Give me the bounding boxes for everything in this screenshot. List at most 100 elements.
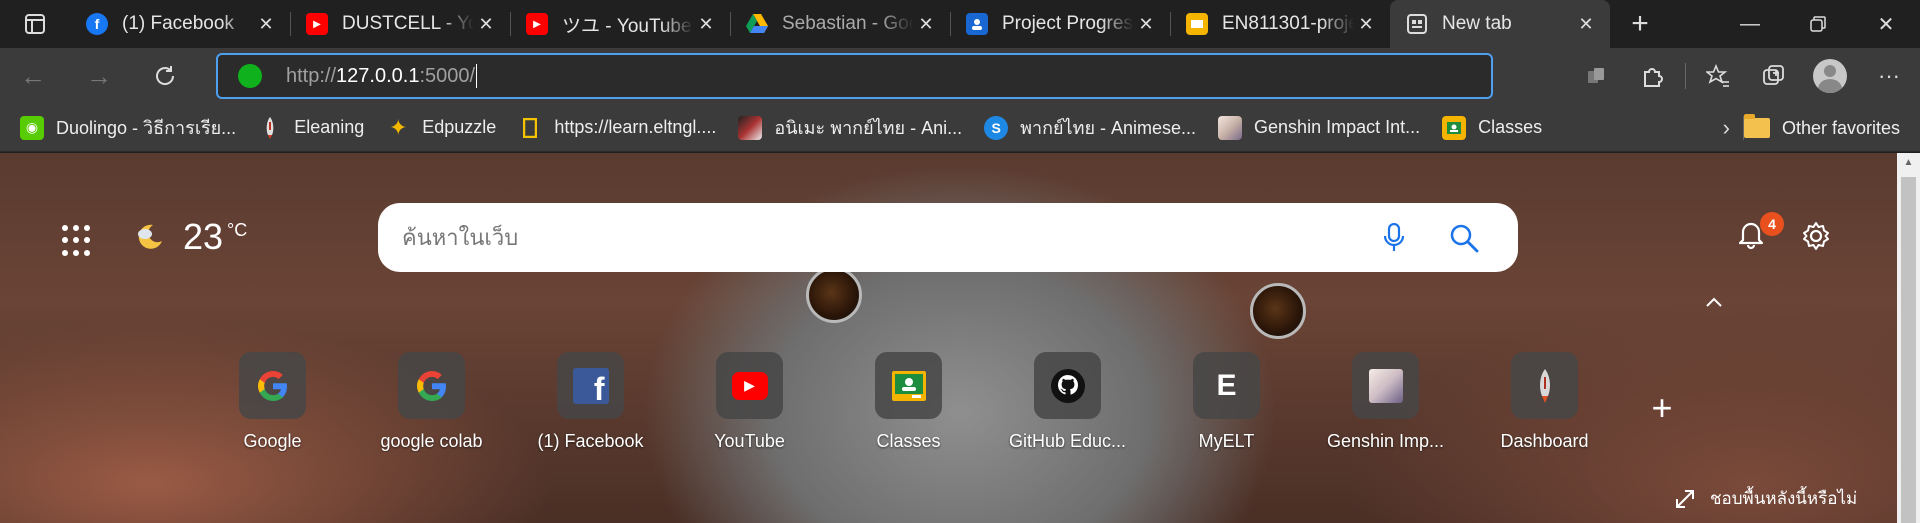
- bookmark-label: Classes: [1478, 117, 1543, 137]
- quick-link-label: google colab: [380, 431, 483, 451]
- other-favorites-folder[interactable]: Other favorites: [1743, 104, 1900, 152]
- search-input[interactable]: ค้นหาในเว็บ: [402, 220, 1374, 255]
- tab-google-drive[interactable]: Sebastian - Google Drive ✕: [730, 0, 950, 48]
- bookmark-label: Duolingo - วิธีการเรีย...: [56, 118, 237, 138]
- quick-link-google-colab[interactable]: google colab: [352, 352, 511, 452]
- animese-icon: S: [984, 115, 1009, 140]
- scrollbar-thumb[interactable]: [1901, 177, 1916, 523]
- extensions-button[interactable]: [1625, 48, 1681, 104]
- new-tab-button[interactable]: +: [1610, 0, 1670, 48]
- close-icon[interactable]: ✕: [694, 14, 718, 35]
- quick-link-label: Genshin Imp...: [1326, 431, 1445, 451]
- url-host: 127.0.0.1: [336, 64, 420, 87]
- expand-icon: [1676, 489, 1694, 508]
- settings-menu-button[interactable]: ···: [1858, 48, 1920, 104]
- tab-project-progress[interactable]: Project Progress ✕: [950, 0, 1170, 48]
- letter-e-icon: E: [1193, 352, 1260, 419]
- youtube-icon: ▶: [526, 13, 548, 35]
- bookmark-eleaning[interactable]: Eleaning: [258, 116, 364, 140]
- dot: [84, 249, 90, 256]
- github-icon: [1034, 352, 1101, 419]
- refresh-button[interactable]: [132, 48, 198, 104]
- quick-link-youtube[interactable]: ▶ YouTube: [670, 352, 829, 452]
- minimize-icon: —: [1740, 12, 1760, 35]
- text-caret: [476, 64, 478, 88]
- dot: [62, 237, 68, 244]
- divider: [1685, 63, 1686, 89]
- genshin-icon: [1218, 115, 1243, 140]
- close-icon[interactable]: ✕: [1134, 14, 1158, 35]
- bookmark-genshin[interactable]: Genshin Impact Int...: [1218, 115, 1421, 140]
- youtube-icon: ▶: [306, 13, 328, 35]
- forward-button[interactable]: →: [66, 48, 132, 104]
- quick-link-label: MyELT: [1198, 431, 1255, 451]
- collections-sidebar-button[interactable]: [1569, 48, 1625, 104]
- bookmark-label: https://learn.eltngl....: [554, 117, 717, 137]
- collections-button[interactable]: [1746, 48, 1802, 104]
- quick-link-classes[interactable]: Classes: [829, 352, 988, 452]
- quick-link-github-education[interactable]: GitHub Educ...: [988, 352, 1147, 452]
- app-launcher-button[interactable]: [62, 225, 94, 257]
- bookmark-duolingo[interactable]: ◉ Duolingo - วิธีการเรีย...: [20, 113, 236, 142]
- tab-dustcell[interactable]: ▶ DUSTCELL - YouTube ✕: [290, 0, 510, 48]
- bookmark-eltngl[interactable]: https://learn.eltngl....: [518, 116, 716, 140]
- background-deer-eye: [1250, 283, 1306, 339]
- close-icon[interactable]: ✕: [914, 14, 938, 35]
- tab-strip: f (1) Facebook ✕ ▶ DUSTCELL - YouTube ✕ …: [0, 0, 1920, 48]
- weather-widget[interactable]: 23 °C: [135, 216, 247, 258]
- plus-icon: +: [1651, 387, 1673, 428]
- anime-icon: [738, 115, 763, 140]
- facebook-icon: f: [557, 352, 624, 419]
- web-search-box[interactable]: ค้นหาในเว็บ: [378, 203, 1518, 272]
- address-bar[interactable]: http://127.0.0.1:5000/: [216, 53, 1493, 99]
- tab-title: EN811301-project: [1222, 13, 1354, 34]
- quick-link-google[interactable]: Google: [193, 352, 352, 452]
- close-icon[interactable]: ✕: [474, 14, 498, 35]
- scroll-up-icon[interactable]: ▲: [1897, 153, 1920, 173]
- google-classroom-icon: [966, 13, 988, 35]
- temperature: 23: [183, 216, 224, 257]
- quick-link-myelt[interactable]: E MyELT: [1147, 352, 1306, 452]
- collapse-button[interactable]: [1703, 292, 1725, 314]
- quick-link-dashboard[interactable]: Dashboard: [1465, 352, 1624, 452]
- tab-title: Project Progress: [1002, 13, 1134, 34]
- tab-tsuyu[interactable]: ▶ ツユ - YouTube ✕: [510, 0, 730, 48]
- bookmark-edpuzzle[interactable]: ✦ Edpuzzle: [386, 115, 496, 140]
- tab-actions-button[interactable]: [0, 0, 70, 48]
- page-settings-button[interactable]: [1800, 220, 1832, 252]
- scrollbar[interactable]: ▲: [1897, 153, 1920, 523]
- bookmark-anime[interactable]: อนิเมะ พากย์ไทย - Ani...: [738, 113, 962, 142]
- microphone-icon[interactable]: [1374, 218, 1414, 258]
- minimize-button[interactable]: —: [1716, 0, 1784, 48]
- close-icon[interactable]: ✕: [254, 14, 278, 35]
- search-icon[interactable]: [1444, 218, 1484, 258]
- bookmark-classes[interactable]: Classes: [1442, 115, 1543, 140]
- close-window-button[interactable]: ✕: [1852, 0, 1920, 48]
- dot: [84, 237, 90, 244]
- chevron-right-icon: ›: [1722, 115, 1730, 140]
- tab-title: Sebastian - Google Drive: [782, 13, 914, 34]
- dot: [73, 225, 79, 231]
- new-tab-page-icon: [1406, 13, 1428, 35]
- tab-facebook[interactable]: f (1) Facebook ✕: [70, 0, 290, 48]
- close-icon[interactable]: ✕: [1354, 14, 1378, 35]
- favorites-button[interactable]: [1690, 48, 1746, 104]
- bookmark-label: พากย์ไทย - Animese...: [1020, 118, 1197, 138]
- more-bookmarks-button[interactable]: ›: [1723, 104, 1730, 152]
- background-feedback[interactable]: ชอบพื้นหลังนี้หรือไม่: [1674, 485, 1857, 512]
- close-icon[interactable]: ✕: [1574, 14, 1598, 35]
- restore-button[interactable]: [1784, 0, 1852, 48]
- bookmark-animese[interactable]: S พากย์ไทย - Animese...: [984, 113, 1196, 142]
- quick-link-facebook[interactable]: f (1) Facebook: [511, 352, 670, 452]
- quick-link-genshin[interactable]: Genshin Imp...: [1306, 352, 1465, 452]
- genshin-icon: [1352, 352, 1419, 419]
- bookmark-label: Genshin Impact Int...: [1254, 117, 1421, 137]
- tab-new-tab[interactable]: New tab ✕: [1390, 0, 1610, 48]
- add-quick-link-button[interactable]: +: [1644, 390, 1680, 426]
- youtube-icon: ▶: [716, 352, 783, 419]
- back-button[interactable]: ←: [0, 48, 66, 104]
- plus-icon: +: [1631, 7, 1649, 40]
- tab-en811301[interactable]: EN811301-project ✕: [1170, 0, 1390, 48]
- profile-button[interactable]: [1802, 48, 1858, 104]
- site-info-icon[interactable]: [238, 64, 262, 88]
